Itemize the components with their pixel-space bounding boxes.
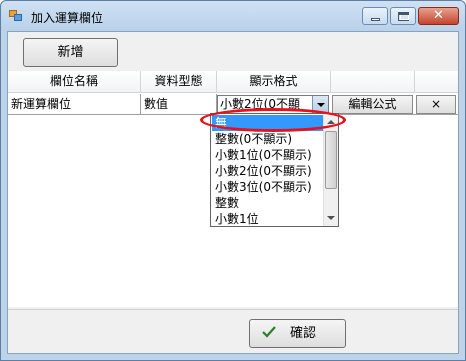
delete-row-button[interactable]: × xyxy=(416,95,456,114)
dropdown-option[interactable]: 小數1位 xyxy=(212,211,323,227)
footer-panel: 確認 xyxy=(8,309,458,353)
column-header-delete xyxy=(415,71,458,93)
window-title: 加入運算欄位 xyxy=(31,11,104,25)
column-header-field-name[interactable]: 欄位名稱 xyxy=(8,71,141,93)
field-name-cell[interactable]: 新運算欄位 xyxy=(8,94,141,115)
dropdown-scrollbar[interactable] xyxy=(323,114,338,226)
dropdown-option[interactable]: 小數1位(0不顯示) xyxy=(212,147,323,163)
maximize-icon xyxy=(398,12,409,21)
red-highlight-ellipse xyxy=(200,108,346,132)
minimize-button[interactable] xyxy=(362,7,388,25)
column-header-data-type[interactable]: 資料型態 xyxy=(141,71,217,93)
grid-header: 欄位名稱 資料型態 顯示格式 xyxy=(8,71,458,93)
dropdown-option[interactable]: 小數2位(0不顯示) xyxy=(212,163,323,179)
confirm-button[interactable]: 確認 xyxy=(249,319,346,348)
data-type-cell[interactable]: 數值 xyxy=(141,94,217,115)
maximize-button[interactable] xyxy=(390,7,416,25)
column-header-display-format[interactable]: 顯示格式 xyxy=(217,71,331,93)
edit-formula-button[interactable]: 編輯公式 xyxy=(332,95,413,114)
dropdown-option[interactable]: 小數3位(0不顯示) xyxy=(212,179,323,195)
dropdown-option[interactable]: 整數(0不顯示) xyxy=(212,131,323,147)
minimize-icon xyxy=(371,18,380,21)
column-header-edit xyxy=(331,71,415,93)
confirm-button-label: 確認 xyxy=(290,326,317,341)
dropdown-option[interactable]: 整數 xyxy=(212,195,323,211)
scroll-thumb[interactable] xyxy=(325,131,337,189)
close-button[interactable]: ✕ xyxy=(418,7,459,25)
add-button[interactable]: 新增 xyxy=(23,38,118,67)
app-window-icon xyxy=(9,10,23,22)
scroll-down-icon[interactable] xyxy=(324,211,338,226)
checkmark-icon xyxy=(262,326,276,338)
close-icon: ✕ xyxy=(433,8,444,23)
title-bar[interactable]: 加入運算欄位 ✕ xyxy=(1,1,465,31)
